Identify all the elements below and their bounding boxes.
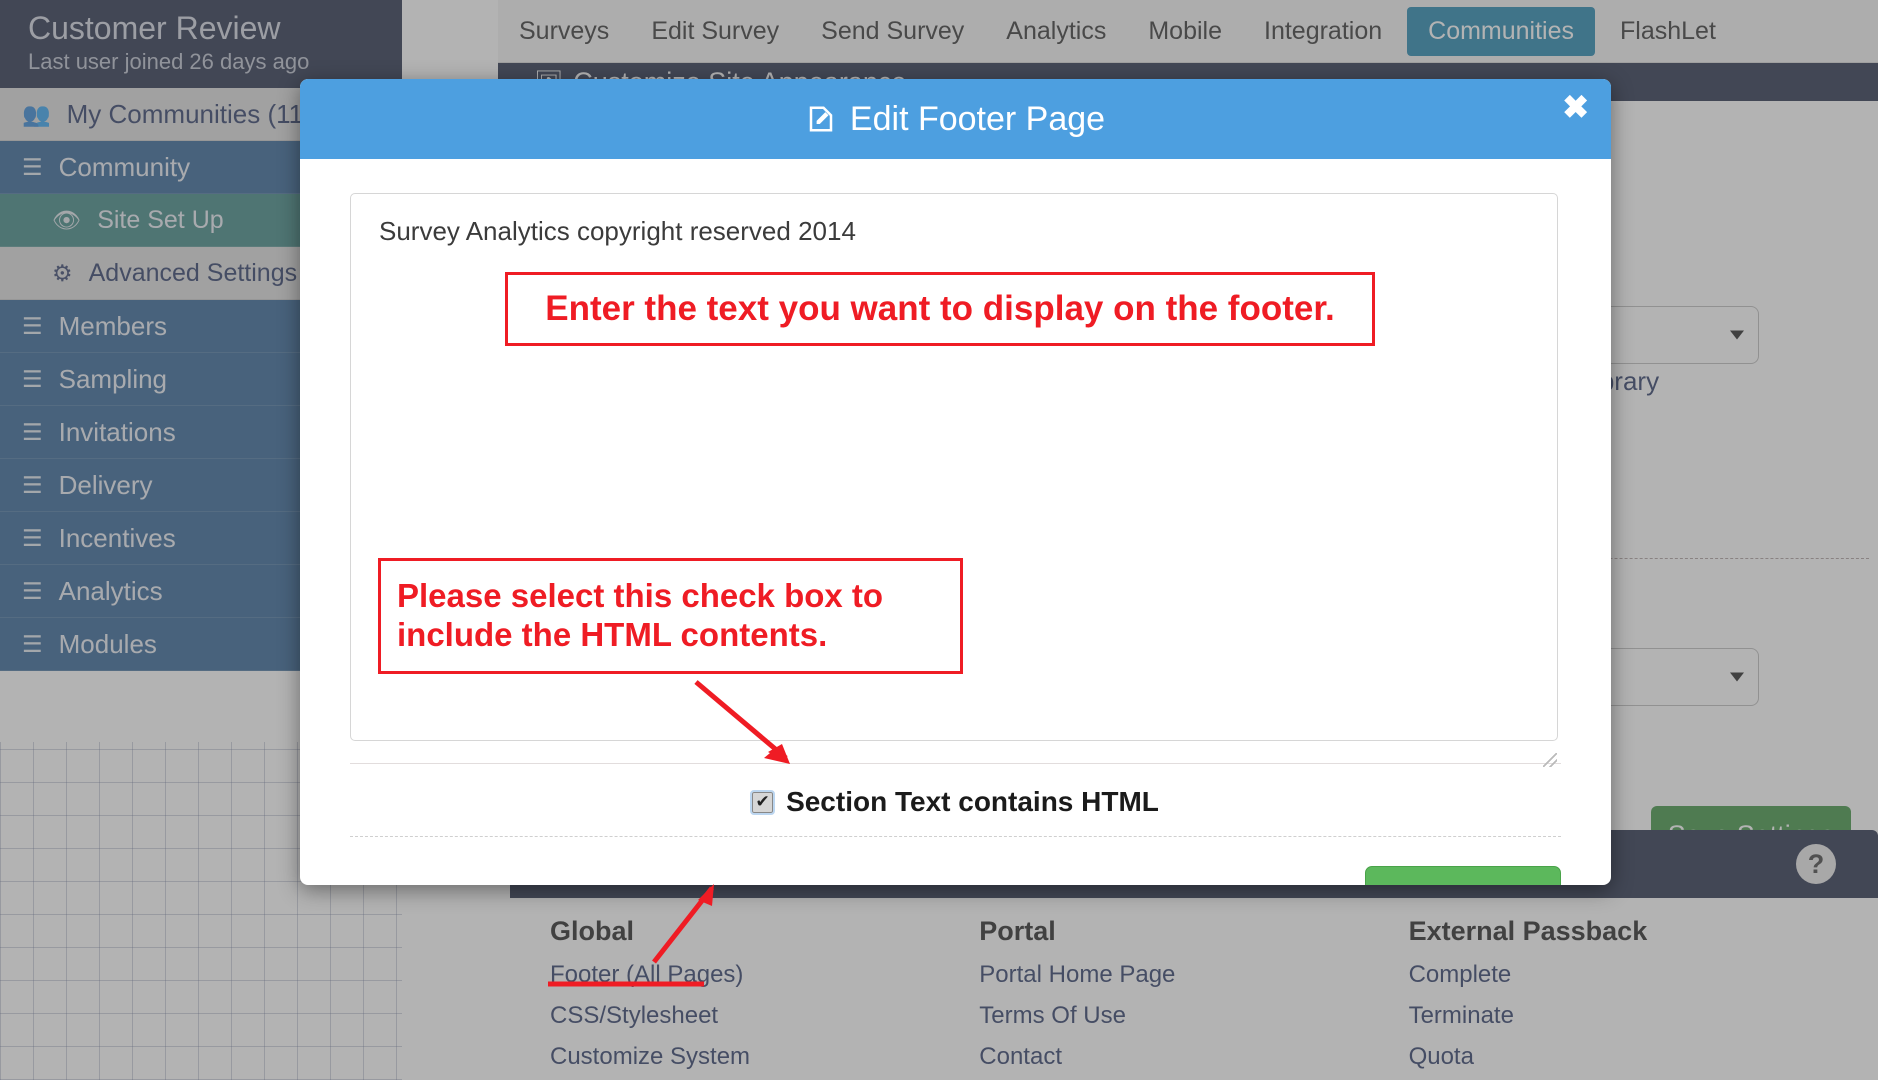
close-icon[interactable]: ✖	[1562, 91, 1589, 123]
edit-pencil-icon	[806, 104, 836, 134]
html-checkbox-row: Section Text contains HTML	[350, 763, 1561, 818]
section-text-contains-html-label: Section Text contains HTML	[786, 786, 1159, 817]
resize-handle[interactable]	[1543, 753, 1557, 767]
modal-header: Edit Footer Page ✖	[300, 79, 1611, 159]
annotation-text: Please select this check box to include …	[397, 577, 883, 655]
modal-title-text: Edit Footer Page	[849, 99, 1106, 138]
modal-title: Edit Footer Page	[806, 100, 1105, 139]
edit-footer-page-modal: Edit Footer Page ✖ Survey Analytics copy…	[300, 79, 1611, 885]
section-text-contains-html-checkbox[interactable]	[750, 789, 776, 815]
annotation-enter-text: Enter the text you want to display on th…	[505, 272, 1375, 346]
screen: Customer Review Last user joined 26 days…	[0, 0, 1878, 1080]
annotation-select-checkbox: Please select this check box to include …	[378, 558, 963, 674]
save-changes-button[interactable]: Save Changes	[1365, 866, 1561, 885]
annotation-line-2: include the HTML contents.	[397, 616, 828, 653]
annotation-line-1: Please select this check box to	[397, 577, 884, 615]
modal-body: Survey Analytics copyright reserved 2014…	[300, 159, 1611, 818]
